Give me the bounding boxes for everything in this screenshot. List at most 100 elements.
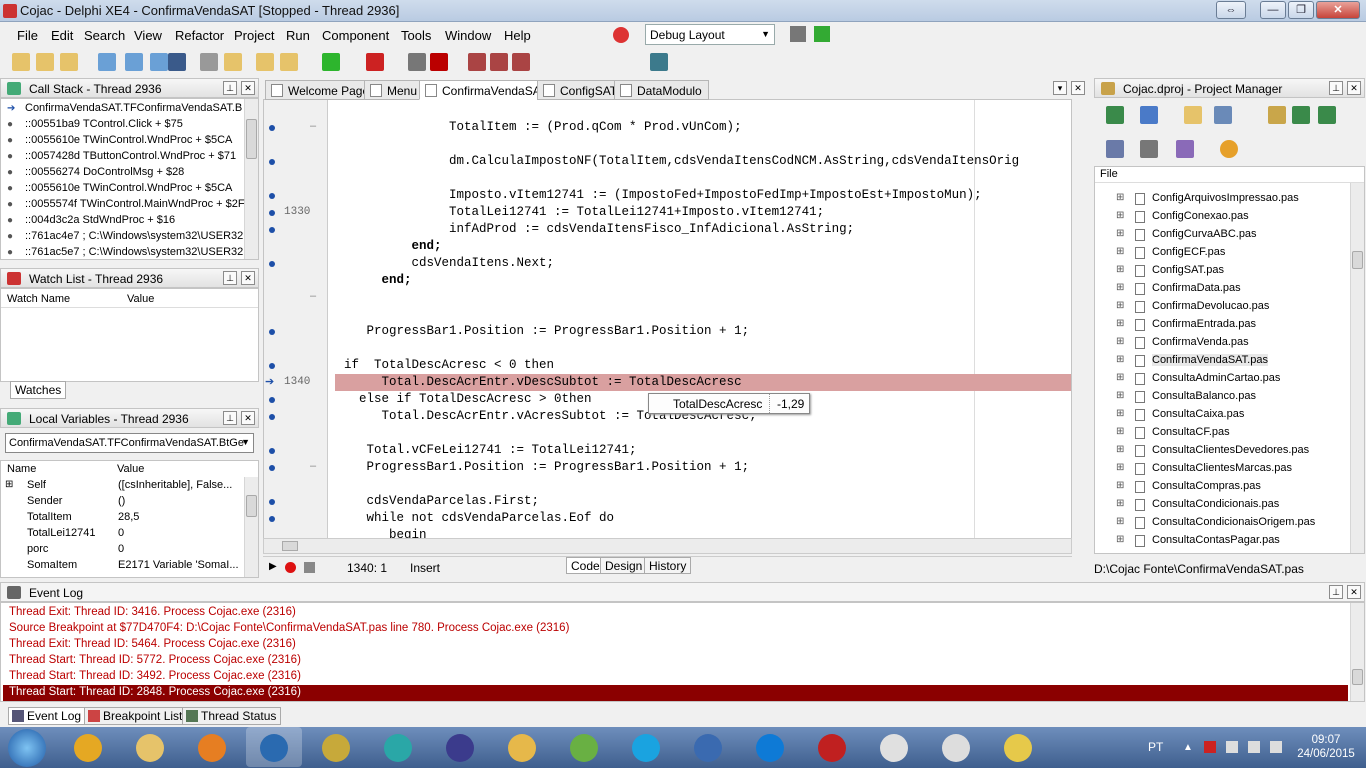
expand-icon[interactable]: ⊞	[1116, 282, 1124, 293]
callstack-row[interactable]: ●::0057428d TButtonControl.WndProc + $71	[1, 149, 241, 165]
project-file[interactable]: ⊞ ConfigECF.pas	[1095, 245, 1345, 261]
breakpoint-dot-icon[interactable]	[269, 363, 275, 369]
callstack-row[interactable]: ●::00551ba9 TControl.Click + $75	[1, 117, 241, 133]
project-file[interactable]: ⊞ ConfigConexao.pas	[1095, 209, 1345, 225]
menu-search[interactable]: Search	[84, 28, 125, 43]
layout-switch-icon[interactable]	[814, 26, 830, 42]
taskbar-app[interactable]	[122, 727, 178, 767]
play-macro-icon[interactable]: ▶	[269, 561, 277, 572]
menu-help[interactable]: Help	[504, 28, 531, 43]
expand-icon[interactable]: ⊞	[1116, 534, 1124, 545]
project-file[interactable]: ⊞ ConsultaBalanco.pas	[1095, 389, 1345, 405]
start-button[interactable]	[8, 729, 46, 767]
volume-icon[interactable]	[1270, 741, 1282, 753]
tab-menu[interactable]: Menu	[364, 80, 425, 100]
breakpoint-dot-icon[interactable]	[269, 499, 275, 505]
step-over-icon[interactable]	[490, 53, 508, 71]
code-line[interactable]: TotalLei12741 := TotalLei12741+Imposto.v…	[344, 204, 824, 221]
new-form-icon[interactable]	[98, 53, 116, 71]
taskbar-app[interactable]	[804, 727, 860, 767]
help-icon[interactable]	[650, 53, 668, 71]
expand-icon[interactable]: ⊞	[1116, 426, 1124, 437]
watch-col-value[interactable]: Value	[127, 293, 154, 305]
new-icon[interactable]	[1140, 106, 1158, 124]
view-unit-icon[interactable]	[125, 53, 143, 71]
code-line[interactable]: TotalItem := (Prod.qCom * Prod.vUnCom);	[344, 119, 742, 136]
breakpoint-dot-icon[interactable]	[269, 465, 275, 471]
event-row[interactable]: Thread Start: Thread ID: 5772. Process C…	[9, 654, 301, 670]
tab-welcome-page[interactable]: Welcome Page	[265, 80, 377, 100]
code-line[interactable]: while not cdsVendaParcelas.Eof do	[344, 510, 615, 527]
callstack-row[interactable]: ●::0055574f TWinControl.MainWndProc + $2…	[1, 197, 245, 213]
expand-icon[interactable]: ⊞	[1116, 228, 1124, 239]
configuration-icon[interactable]	[1220, 140, 1238, 158]
callstack-row[interactable]: ●::761ac4e7 ; C:\Windows\system32\USER32	[1, 229, 243, 245]
code-line[interactable]: Total.vCFeLei12741 := TotalLei12741;	[344, 442, 637, 459]
watch-col-name[interactable]: Watch Name	[7, 293, 70, 305]
breakpoint-dot-icon[interactable]	[269, 261, 275, 267]
code-line[interactable]: infAdProd := cdsVendaItensFisco_InfAdici…	[344, 221, 854, 238]
editor-view-tab-code[interactable]: Code	[566, 557, 605, 574]
tab-event-log[interactable]: Event Log	[8, 707, 87, 725]
code-line[interactable]: Imposto.vItem12741 := (ImpostoFed+Impost…	[344, 187, 982, 204]
taskbar-app[interactable]	[246, 727, 302, 767]
editor-view-tab-history[interactable]: History	[644, 557, 692, 574]
project-file[interactable]: ⊞ ConfirmaDevolucao.pas	[1095, 299, 1345, 315]
breakpoint-dot-icon[interactable]	[269, 193, 275, 199]
speaker-icon[interactable]	[1248, 741, 1260, 753]
code-line[interactable]: end;	[344, 238, 442, 255]
maximize-button[interactable]: ❐	[1288, 1, 1314, 19]
locals-row[interactable]: TotalLei12741 0	[1, 526, 241, 542]
new-items-icon[interactable]	[12, 53, 30, 71]
stop-icon[interactable]	[613, 27, 629, 43]
project-file[interactable]: ⊞ ConsultaCondicionaisOrigem.pas	[1095, 515, 1345, 531]
tab-watches[interactable]: Watches	[10, 381, 67, 399]
stop-macro-icon[interactable]	[304, 562, 315, 573]
reset-icon[interactable]	[430, 53, 448, 71]
project-file[interactable]: ⊞ ConsultaCondicionais.pas	[1095, 497, 1345, 513]
taskbar-app[interactable]	[866, 727, 922, 767]
chevron-down-icon[interactable]: ▼	[761, 29, 770, 39]
folder-icon[interactable]	[224, 53, 242, 71]
breakpoint-dot-icon[interactable]	[269, 414, 275, 420]
code-line[interactable]: cdsVendaItens.Next;	[344, 255, 555, 272]
taskbar-app[interactable]	[742, 727, 798, 767]
event-row[interactable]: Thread Start: Thread ID: 3492. Process C…	[9, 670, 301, 686]
locals-col-name[interactable]: Name	[7, 463, 36, 475]
run-to-cursor-icon[interactable]	[512, 53, 530, 71]
locals-scrollbar[interactable]	[244, 477, 258, 577]
project-file[interactable]: ⊞ ConfirmaVenda.pas	[1095, 335, 1345, 351]
menu-refactor[interactable]: Refactor	[175, 28, 224, 43]
event-row[interactable]: Thread Exit: Thread ID: 3416. Process Co…	[9, 606, 296, 622]
close-icon[interactable]: ✕	[241, 81, 255, 95]
taskbar-app[interactable]	[494, 727, 550, 767]
callstack-row[interactable]: ●::761ac5e7 ; C:\Windows\system32\USER32	[1, 245, 243, 259]
record-macro-icon[interactable]	[285, 562, 296, 573]
code-line[interactable]: ProgressBar1.Position := ProgressBar1.Po…	[344, 323, 750, 340]
close-icon[interactable]: ✕	[1347, 81, 1361, 95]
remove-file-icon[interactable]	[280, 53, 298, 71]
activate-icon[interactable]	[1106, 106, 1124, 124]
breakpoint-dot-icon[interactable]	[269, 516, 275, 522]
project-file[interactable]: ⊞ ConfirmaData.pas	[1095, 281, 1345, 297]
expand-icon[interactable]	[1292, 106, 1310, 124]
fold-marker[interactable]: –	[310, 460, 316, 472]
expand-icon[interactable]: ⊞	[1116, 264, 1124, 275]
breakpoint-dot-icon[interactable]	[269, 397, 275, 403]
expand-icon[interactable]: ⊞	[1116, 444, 1124, 455]
project-scrollbar[interactable]	[1350, 183, 1364, 553]
menu-window[interactable]: Window	[445, 28, 491, 43]
expand-icon[interactable]: ⊞	[1116, 408, 1124, 419]
clock[interactable]: 09:07 24/06/2015	[1296, 734, 1356, 760]
pin-icon[interactable]: ⊥	[1329, 585, 1343, 599]
close-icon[interactable]: ✕	[241, 411, 255, 425]
layout-save-icon[interactable]	[790, 26, 806, 42]
menu-edit[interactable]: Edit	[51, 28, 73, 43]
save-all-icon[interactable]	[200, 53, 218, 71]
pin-icon[interactable]: ⊥	[223, 81, 237, 95]
taskbar-app[interactable]	[308, 727, 364, 767]
view-form-icon[interactable]	[150, 53, 168, 71]
taskbar-app[interactable]	[618, 727, 674, 767]
add-file-icon[interactable]	[256, 53, 274, 71]
flag-icon[interactable]	[1226, 741, 1238, 753]
